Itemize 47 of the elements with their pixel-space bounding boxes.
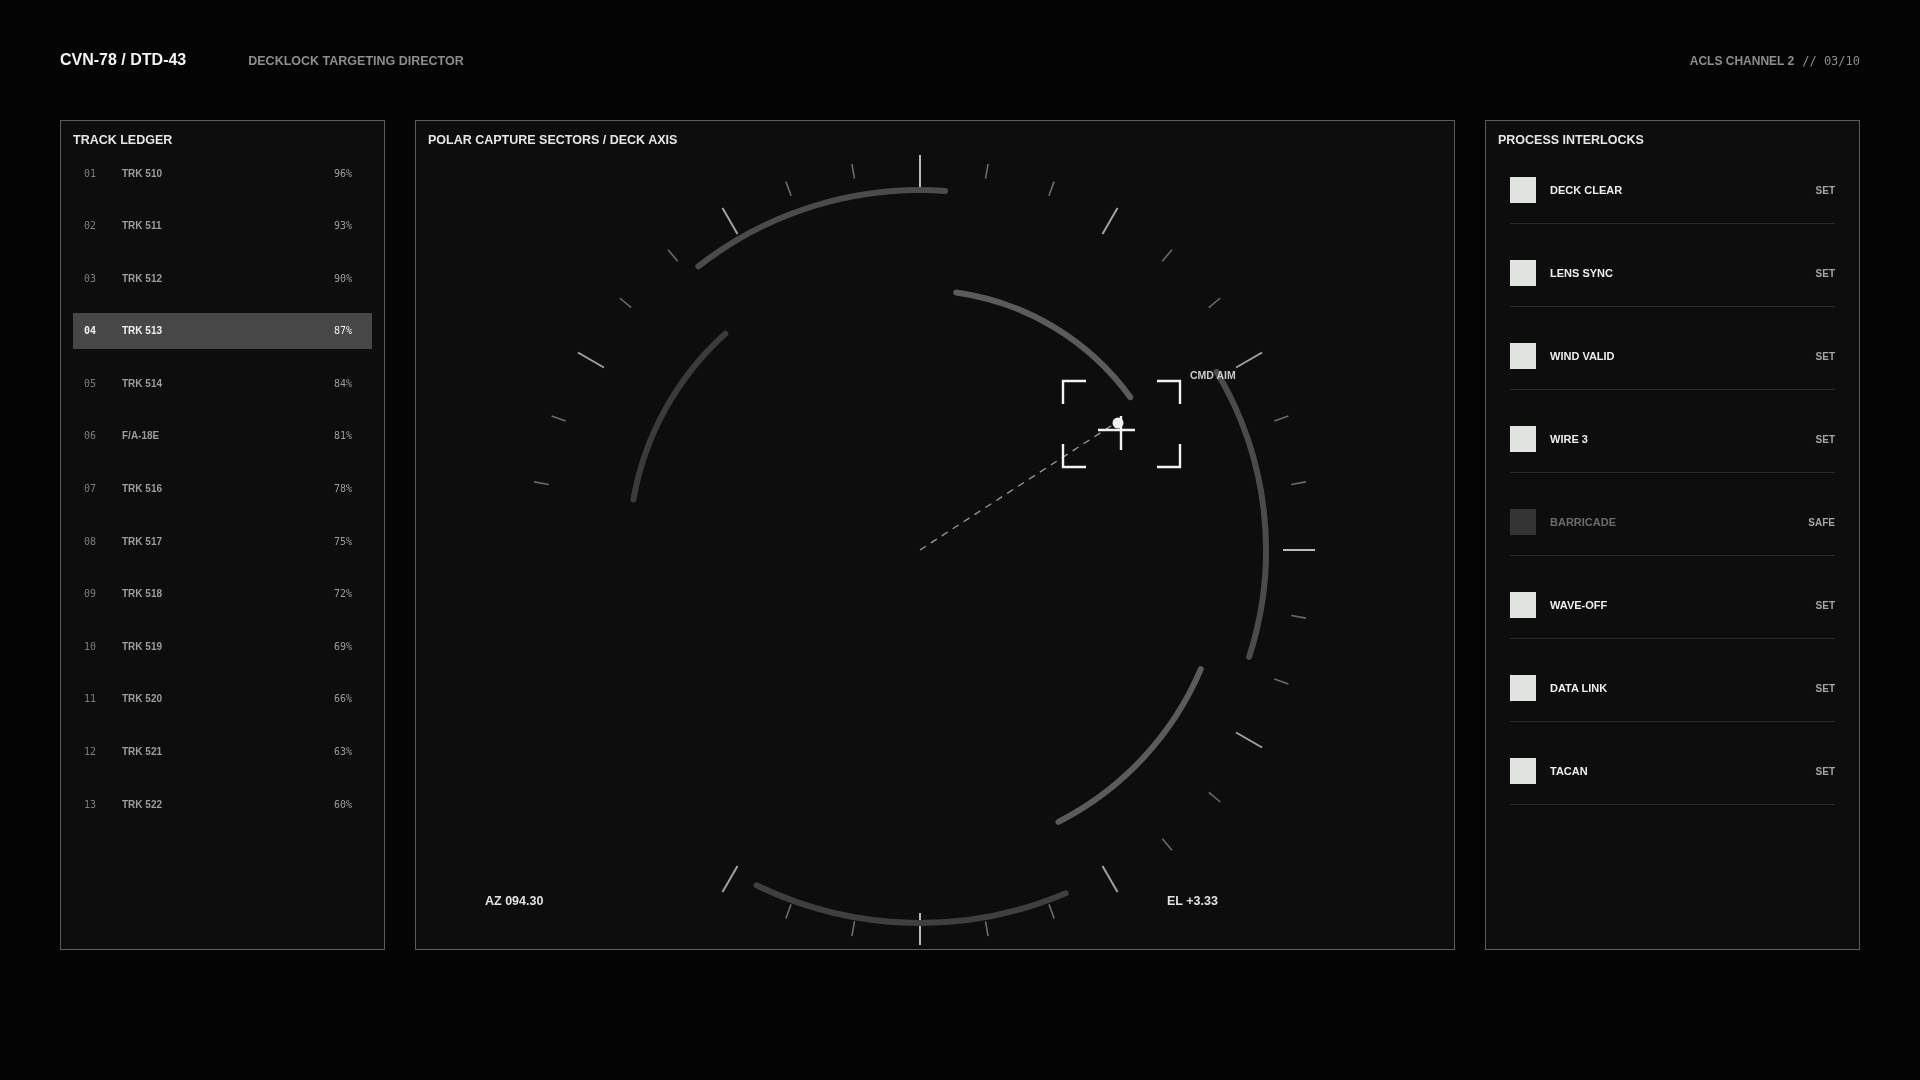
track-row[interactable]: 05 TRK 514 84% (73, 365, 372, 402)
track-row[interactable]: 07 TRK 516 78% (73, 470, 372, 507)
track-row[interactable]: 03 TRK 512 90% (73, 260, 372, 297)
track-row[interactable]: 02 TRK 511 93% (73, 207, 372, 244)
track-row[interactable]: 06 F/A-18E 81% (73, 417, 372, 454)
interlock-label: WIRE 3 (1550, 433, 1589, 445)
interlock-checkbox[interactable] (1510, 426, 1536, 452)
system-subtitle: DECKLOCK TARGETING DIRECTOR (248, 54, 464, 68)
interlock-status: SET (1815, 682, 1835, 694)
track-row[interactable]: 09 TRK 518 72% (73, 575, 372, 612)
system-title: CVN-78 / DTD-43 (60, 51, 187, 69)
panel-title: TRACK LEDGER (73, 133, 174, 147)
frame-counter: // 03/10 (1802, 54, 1860, 68)
panel-title: PROCESS INTERLOCKS (1498, 133, 1645, 147)
interlock-label: DATA LINK (1550, 682, 1609, 694)
azimuth-readout: AZ 094.30 (485, 894, 544, 908)
interlock-checkbox[interactable] (1510, 592, 1536, 618)
interlock-checkbox[interactable] (1510, 260, 1536, 286)
interlock-label: TACAN (1550, 765, 1589, 777)
interlock-checkbox[interactable] (1510, 177, 1536, 203)
interlock-status: SET (1815, 433, 1835, 445)
interlock-status: SET (1815, 599, 1835, 611)
interlock-checkbox[interactable] (1510, 343, 1536, 369)
interlock-checkbox[interactable] (1510, 675, 1536, 701)
interlock-status: SET (1815, 184, 1835, 196)
panel-title: POLAR CAPTURE SECTORS / DECK AXIS (427, 132, 679, 149)
interlock-status: SET (1815, 350, 1835, 362)
track-row[interactable]: 01 TRK 510 96% (73, 155, 372, 191)
channel-label: ACLS CHANNEL 2 (1689, 54, 1795, 68)
interlock-status: SET (1815, 267, 1835, 279)
interlock-label: DECK CLEAR (1550, 184, 1624, 196)
track-row[interactable]: 10 TRK 519 69% (73, 628, 372, 665)
target-label: CMD AIM (1190, 369, 1236, 381)
interlock-checkbox[interactable] (1510, 509, 1536, 535)
track-row[interactable]: 04 TRK 513 87% (73, 312, 372, 349)
interlock-label: WAVE-OFF (1550, 599, 1609, 611)
interlock-label: WIND VALID (1550, 350, 1616, 362)
interlock-checkbox[interactable] (1510, 758, 1536, 784)
elevation-readout: EL +3.33 (1167, 894, 1218, 908)
track-row[interactable]: 08 TRK 517 75% (73, 523, 372, 560)
track-row[interactable]: 12 TRK 521 63% (73, 733, 372, 770)
interlock-status: SAFE (1808, 516, 1835, 528)
interlock-label: BARRICADE (1550, 516, 1617, 528)
track-row[interactable]: 11 TRK 520 66% (73, 680, 372, 717)
interlock-label: LENS SYNC (1550, 267, 1614, 279)
track-row[interactable]: 13 TRK 522 60% (73, 786, 372, 823)
interlock-status: SET (1815, 765, 1835, 777)
